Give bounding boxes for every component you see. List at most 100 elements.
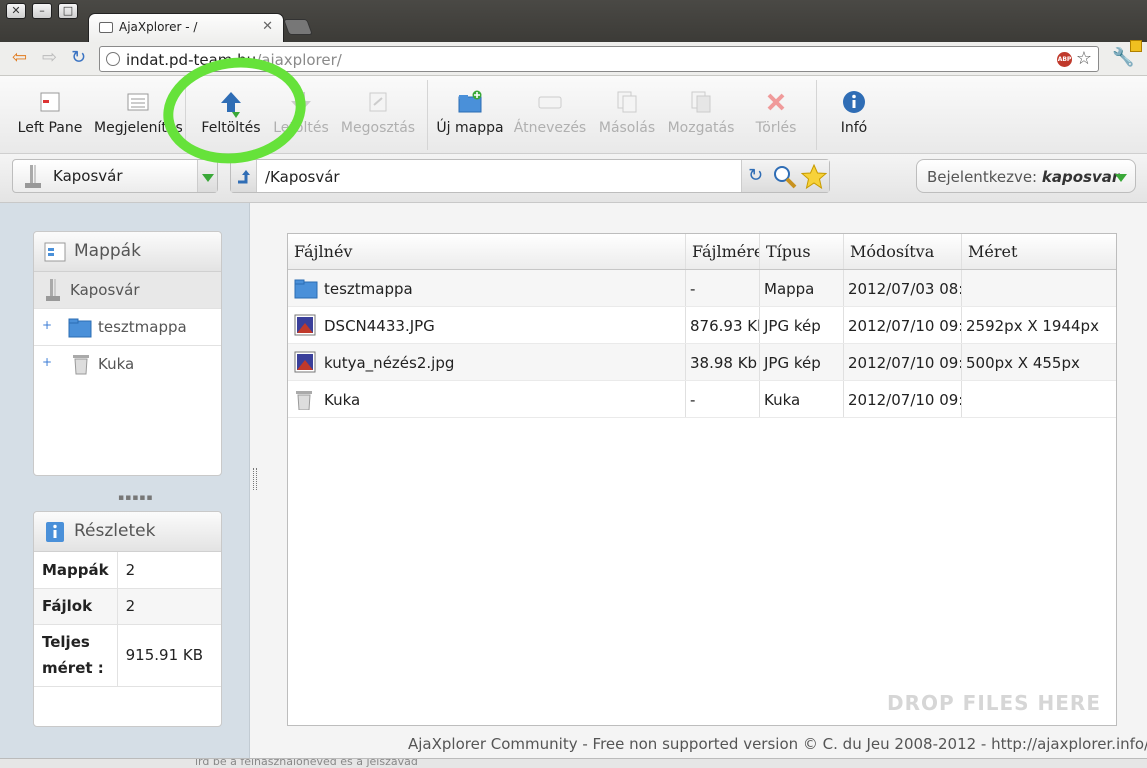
search-icon[interactable] [773,165,797,189]
details-row: Teljes méret :915.91 KB [34,624,221,687]
file-list-header: Fájlnév Fájlméret Típus Módosítva Méret [288,234,1116,270]
globe-icon [106,52,120,66]
up-arrow-icon [238,170,250,184]
new-folder-icon [458,90,482,114]
repository-selector[interactable]: Kaposvár [12,159,218,193]
bottom-strip-text: írd be a felhasználóneved és a jelszavad [195,758,418,768]
file-dimensions [962,270,1116,306]
file-type: JPG kép [760,307,844,343]
tree-root-label: Kaposvár [70,281,140,299]
details-info-icon [46,522,64,542]
refresh-icon[interactable]: ↻ [748,165,763,186]
file-row[interactable]: tesztmappa - Mappa 2012/07/03 08:3 [288,270,1116,307]
move-button[interactable]: Mozgatás [664,76,738,154]
tree-item-label: Kuka [98,355,135,373]
details-table: Mappák 2 Fájlok 2 Teljes méret :915.91 KB [34,552,221,687]
extension-icon[interactable] [1130,40,1142,52]
tree-item-kuka[interactable]: + Kuka [34,346,221,383]
repository-dropdown-icon[interactable] [197,160,217,192]
copy-icon [615,90,639,114]
login-menu[interactable]: Bejelentkezve: kaposvar [916,159,1136,193]
bookmark-icon[interactable] [801,164,827,190]
details-panel: Részletek Mappák 2 Fájlok 2 Teljes méret :… [33,511,222,727]
info-button[interactable]: Infó [826,76,882,154]
forward-icon[interactable]: ⇨ [42,48,57,68]
details-value: 915.91 KB [117,624,221,687]
file-type: Mappa [760,270,844,306]
details-panel-title: Részletek [74,521,156,541]
toolbar-separator [427,80,428,150]
expand-icon[interactable]: + [42,318,52,332]
delete-button[interactable]: Törlés [744,76,808,154]
image-file-icon [294,314,316,336]
folders-panel: Mappák Kaposvár + tesztmappa + Kuka [33,231,222,476]
file-name-cell: tesztmappa [288,270,686,306]
vertical-splitter[interactable] [253,468,257,490]
tree-item-tesztmappa[interactable]: + tesztmappa [34,309,221,346]
toolbar-separator [816,80,817,150]
file-modified: 2012/07/10 09:4 [844,307,962,343]
file-dimensions: 500px X 455px [966,354,1080,372]
file-size: - [686,270,760,306]
drop-files-hint: DROP FILES HERE [887,691,1101,715]
details-key: Teljes méret : [34,624,118,687]
file-name: tesztmappa [324,280,413,298]
share-button[interactable]: Megosztás [338,76,418,154]
close-tab-icon[interactable]: ✕ [262,19,273,34]
file-name: kutya_nézés2.jpg [324,354,455,372]
copy-button[interactable]: Másolás [594,76,660,154]
repository-icon [25,165,41,188]
rename-label: Átnevezés [513,120,587,136]
new-folder-button[interactable]: Új mappa [434,76,506,154]
footer-text: AjaXplorer Community - Free non supporte… [408,735,1147,753]
details-value: 2 [117,588,221,625]
rename-button[interactable]: Átnevezés [512,76,588,154]
column-header-size[interactable]: Fájlméret [686,234,760,269]
column-header-name[interactable]: Fájlnév [288,234,686,269]
login-user: kaposvar [1041,168,1120,186]
file-name-cell: kutya_nézés2.jpg [288,344,686,380]
location-bar: Kaposvár /Kaposvár ↻ Bejelentkezve: kapo… [0,154,1147,203]
share-label: Megosztás [340,120,416,136]
horizontal-splitter[interactable]: ▪▪▪▪▪ [118,493,154,503]
bookmark-star-icon[interactable]: ☆ [1076,48,1092,69]
folders-panel-header: Mappák [34,232,221,272]
file-dimensions [962,381,1116,417]
column-header-type[interactable]: Típus [760,234,844,269]
left-pane-button[interactable]: Left Pane [12,76,88,154]
maximize-window-icon[interactable]: □ [58,3,78,19]
back-icon[interactable]: ⇦ [12,48,27,68]
browser-tab[interactable]: AjaXplorer - / ✕ [88,13,284,43]
expand-icon[interactable]: + [42,355,52,369]
parent-folder-button[interactable] [231,160,257,192]
details-value: 2 [117,552,221,589]
details-row: Mappák 2 [34,552,221,589]
file-name: DSCN4433.JPG [324,317,435,335]
details-panel-header: Részletek [34,512,221,552]
login-prefix: Bejelentkezve: [927,168,1038,186]
file-row[interactable]: kutya_nézés2.jpg 38.98 Kb JPG kép 2012/0… [288,344,1116,381]
move-label: Mozgatás [667,120,735,136]
reload-icon[interactable]: ↻ [71,48,86,68]
file-row[interactable]: Kuka - Kuka 2012/07/10 09:4 [288,381,1116,418]
info-icon [842,90,866,114]
path-field[interactable]: /Kaposvár ↻ [230,159,830,193]
file-modified: 2012/07/03 08:3 [844,270,962,306]
navigation-bar: ⇦ ⇨ ↻ indat.pd-team.hu/ajaxplorer/ ABP ☆… [0,42,1147,76]
column-header-modified[interactable]: Módosítva [844,234,962,269]
file-list: Fájlnév Fájlméret Típus Módosítva Méret … [287,233,1117,726]
view-icon [126,90,150,114]
file-size: 38.98 Kb [686,344,760,380]
file-row[interactable]: DSCN4433.JPG 876.93 Kb JPG kép 2012/07/1… [288,307,1116,344]
tree-item-label: tesztmappa [98,318,187,336]
file-modified: 2012/07/10 09:4 [844,381,962,417]
trash-icon [73,355,89,375]
title-bar: ✕ – □ AjaXplorer - / ✕ [0,0,1147,43]
bottom-strip: írd be a felhasználóneved és a jelszavad [0,758,1147,768]
new-tab-button[interactable] [283,19,313,35]
close-window-icon[interactable]: ✕ [6,3,26,19]
column-header-dimensions[interactable]: Méret [962,234,1116,269]
minimize-window-icon[interactable]: – [32,3,52,19]
tree-root[interactable]: Kaposvár [34,272,221,309]
adblock-icon[interactable]: ABP [1057,52,1072,67]
